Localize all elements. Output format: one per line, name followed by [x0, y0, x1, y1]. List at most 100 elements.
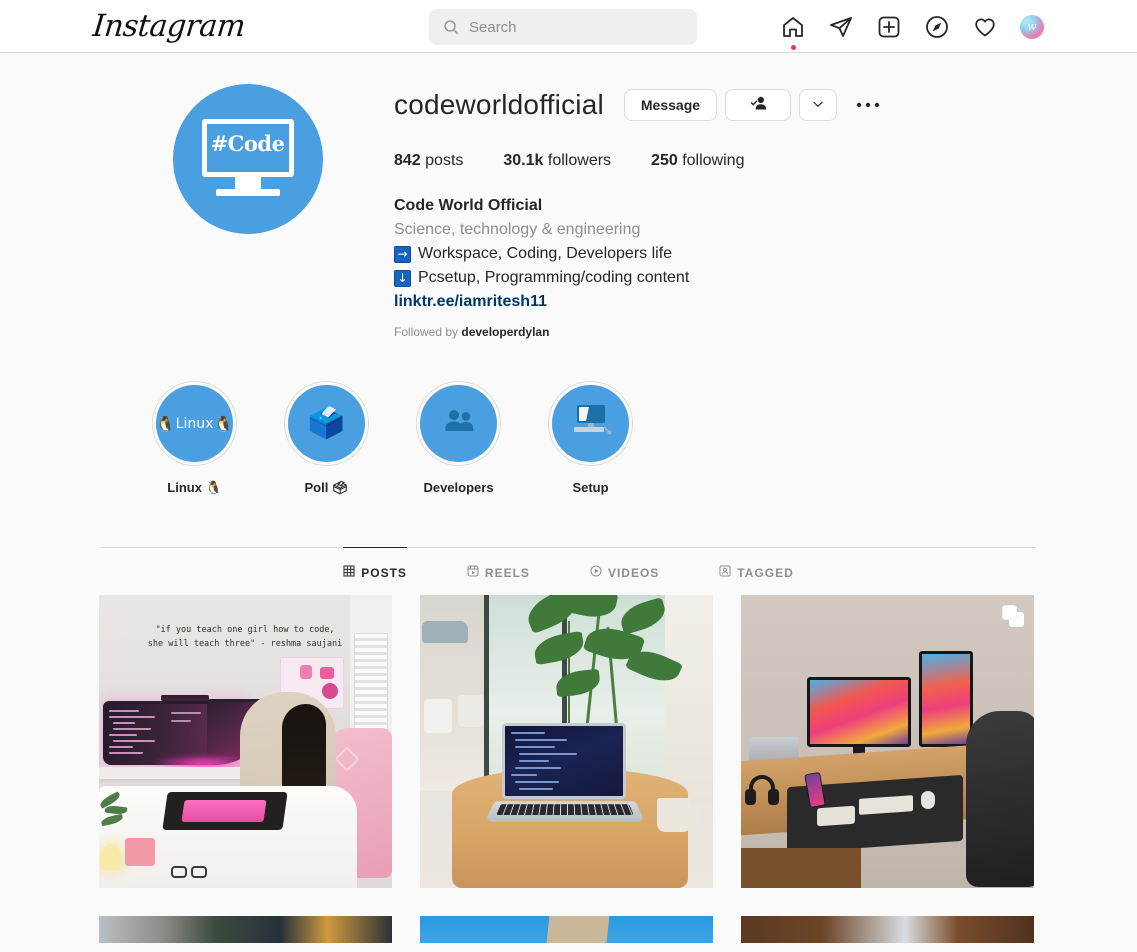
bio-category: Science, technology & engineering: [394, 221, 641, 238]
post-pink-gaming-setup[interactable]: "if you teach one girl how to code, she …: [98, 595, 392, 888]
highlight-linux[interactable]: 🐧 Linux 🐧 Linux 🐧: [149, 381, 240, 496]
post-dual-monitor-desk[interactable]: [740, 595, 1034, 888]
quote-line-2: she will teach three" - reshma saujani: [147, 639, 343, 649]
profile-container: #Code codeworldofficial Message 842 post…: [101, 53, 1036, 496]
chevron-down-icon: [811, 97, 825, 114]
profile-dropdown-button[interactable]: [799, 89, 838, 121]
monitor-hashcode-avatar-icon: #Code: [201, 119, 294, 199]
profile-header: #Code codeworldofficial Message 842 post…: [101, 84, 1036, 340]
nav-icon-group: w: [780, 0, 1044, 53]
penguin-icon-left: 🐧: [156, 414, 175, 433]
highlight-setup[interactable]: Setup: [545, 381, 636, 496]
top-navigation-bar: Instagram Search w: [0, 0, 1137, 53]
post-grid-next-row: [98, 916, 1039, 943]
tab-videos[interactable]: VIDEOS: [590, 547, 659, 595]
ellipsis-icon: [856, 96, 880, 114]
profile-avatar-icon[interactable]: w: [1020, 14, 1044, 39]
avatar-initial: w: [1027, 20, 1037, 33]
post-image: [740, 595, 1034, 888]
new-post-icon[interactable]: [876, 14, 902, 40]
profile-tabs: POSTS REELS VIDEOS TAGGED: [101, 547, 1036, 595]
post-image: [419, 595, 713, 888]
search-icon: [443, 19, 459, 35]
bio-line-1-text: Workspace, Coding, Developers life: [418, 245, 673, 262]
stat-following[interactable]: 250 following: [651, 152, 744, 170]
username-action-row: codeworldofficial Message: [394, 87, 1036, 123]
bio-line-1: → Workspace, Coding, Developers life: [394, 242, 1036, 266]
tab-tagged[interactable]: TAGGED: [719, 547, 793, 595]
quote-line-1: "if you teach one girl how to code,: [155, 625, 335, 635]
bio-full-name: Code World Official: [394, 197, 543, 214]
highlight-poll[interactable]: 🗳️ Poll 🗳: [281, 381, 372, 496]
people-icon: [442, 408, 476, 439]
post-grid: "if you teach one girl how to code, she …: [98, 595, 1039, 888]
right-arrow-icon: →: [394, 245, 411, 263]
post-quote-overlay: "if you teach one girl how to code, she …: [99, 623, 392, 651]
post-dark-interior-partial[interactable]: [98, 916, 392, 943]
linux-penguins-cover: 🐧 Linux 🐧: [156, 385, 233, 462]
posts-label: posts: [425, 152, 464, 169]
highlight-cover-text: 🐧 Linux 🐧: [156, 415, 233, 433]
bio-external-link[interactable]: linktr.ee/iamritesh11: [394, 293, 547, 310]
highlight-label: Poll 🗳: [304, 480, 349, 495]
stat-followers[interactable]: 30.1k followers: [503, 152, 611, 170]
avatar-code-text: #Code: [210, 131, 285, 156]
grid-icon: [343, 565, 355, 580]
post-image: "if you teach one girl how to code, she …: [98, 595, 392, 888]
tab-label: REELS: [484, 565, 530, 580]
penguin-icon-right: 🐧: [214, 414, 233, 433]
post-wood-desk-partial[interactable]: [740, 916, 1034, 943]
people-silhouette-cover: [420, 385, 497, 462]
explore-icon[interactable]: [924, 14, 950, 40]
tab-label: TAGGED: [737, 565, 794, 580]
post-blue-sky-building-partial[interactable]: [419, 916, 713, 943]
building-shape: [546, 916, 610, 943]
tab-label: VIDEOS: [607, 565, 660, 580]
instagram-logo[interactable]: Instagram: [91, 9, 247, 45]
followed-by-names[interactable]: developerdylan: [461, 325, 549, 339]
search-box[interactable]: [429, 9, 697, 45]
followed-by-prefix: Followed by: [394, 325, 459, 339]
post-laptop-window-plant[interactable]: [419, 595, 713, 888]
ballot-box-cover: 🗳️: [288, 385, 365, 462]
highlight-ring: [548, 381, 633, 466]
highlight-label: Developers: [423, 480, 494, 495]
messenger-icon[interactable]: [828, 14, 854, 40]
tagged-person-icon: [719, 565, 731, 580]
highlight-ring: 🐧 Linux 🐧: [152, 381, 237, 466]
profile-page: #Code codeworldofficial Message 842 post…: [0, 53, 1137, 943]
followers-count: 30.1k: [503, 152, 544, 169]
following-button[interactable]: [725, 89, 792, 121]
highlight-label: Setup: [572, 480, 609, 495]
highlight-label: Linux 🐧: [167, 480, 222, 495]
highlight-ring: 🗳️: [284, 381, 369, 466]
highlight-developers[interactable]: Developers: [413, 381, 504, 496]
play-circle-icon: [590, 565, 602, 580]
bio-line-2: ↓ Pcsetup, Programming/coding content: [394, 266, 1036, 290]
tab-reels[interactable]: REELS: [467, 547, 530, 595]
following-label: following: [682, 152, 745, 169]
profile-bio: Code World Official Science, technology …: [394, 194, 1036, 340]
carousel-indicator-icon: [1001, 605, 1024, 627]
desktop-computer-icon: [570, 402, 612, 445]
ballot-box-icon: 🗳️: [307, 407, 346, 440]
desktop-computer-cover: [552, 385, 629, 462]
search-input[interactable]: [469, 18, 687, 36]
posts-count: 842: [394, 152, 421, 169]
more-options-button[interactable]: [851, 89, 885, 121]
profile-info-column: codeworldofficial Message 842 posts 30.1…: [394, 84, 1036, 340]
tab-posts[interactable]: POSTS: [343, 547, 407, 595]
tab-label: POSTS: [361, 565, 407, 580]
followers-label: followers: [547, 152, 612, 169]
profile-avatar-column: #Code: [101, 84, 394, 340]
home-notification-dot: [790, 44, 796, 50]
bio-line-2-text: Pcsetup, Programming/coding content: [418, 269, 690, 286]
message-button[interactable]: Message: [623, 89, 718, 121]
home-icon[interactable]: [780, 14, 806, 50]
profile-tabs-container: POSTS REELS VIDEOS TAGGED: [101, 547, 1036, 595]
profile-stats: 842 posts 30.1k followers 250 following: [394, 152, 1036, 170]
following-count: 250: [651, 152, 678, 169]
profile-avatar[interactable]: #Code: [172, 84, 323, 234]
stat-posts[interactable]: 842 posts: [394, 152, 463, 170]
heart-icon[interactable]: [972, 14, 998, 40]
